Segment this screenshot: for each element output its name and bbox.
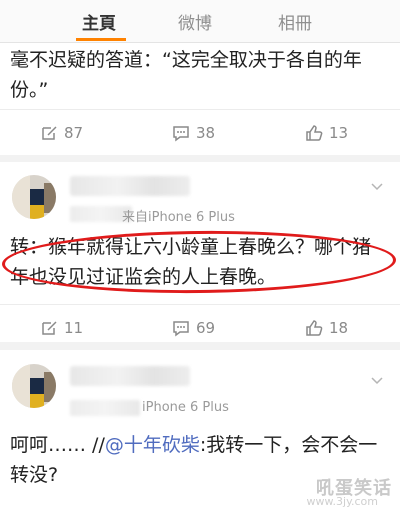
comment-icon xyxy=(173,126,189,142)
post-text: 毫不迟疑的答道：“这完全取决于各自的年份。” xyxy=(10,49,362,101)
tab-home[interactable]: 主頁 xyxy=(82,9,116,34)
post-source: iPhone 6 Plus xyxy=(142,400,229,415)
thumbs-up-icon xyxy=(306,320,323,336)
post-text: 转：猴年就得让六小龄童上春晚么？哪个猪年也没见过证监会的人上春晚。 xyxy=(10,232,390,292)
like-count: 18 xyxy=(329,319,349,337)
post-body: 猴年就得让六小龄童上春晚么？哪个猪年也没见过证监会的人上春晚。 xyxy=(10,236,372,288)
comment-count: 38 xyxy=(196,124,216,142)
mention-link[interactable]: @十年砍柴 xyxy=(105,434,200,456)
avatar[interactable] xyxy=(12,364,56,408)
thumbs-up-icon xyxy=(306,125,323,141)
post-actions: 87 38 13 xyxy=(0,109,400,156)
chevron-down-icon[interactable] xyxy=(370,180,384,194)
username-blurred[interactable] xyxy=(70,176,190,196)
post-source: 来自iPhone 6 Plus xyxy=(122,210,235,225)
comment-icon xyxy=(173,321,189,337)
repost-count: 87 xyxy=(64,124,84,142)
comment-count: 69 xyxy=(196,319,216,337)
avatar[interactable] xyxy=(12,175,56,219)
post-card-1: 毫不迟疑的答道：“这完全取决于各自的年份。” 87 38 13 xyxy=(0,43,400,155)
active-tab-indicator xyxy=(76,38,126,41)
comment-button[interactable]: 69 xyxy=(172,305,215,351)
repost-icon xyxy=(42,126,57,140)
comment-button[interactable]: 38 xyxy=(172,110,215,156)
source-blurred xyxy=(70,400,140,416)
chevron-down-icon[interactable] xyxy=(370,374,384,388)
like-count: 13 xyxy=(329,124,349,142)
tab-album[interactable]: 相冊 xyxy=(278,9,312,34)
like-button[interactable]: 13 xyxy=(305,110,348,156)
tab-weibo[interactable]: 微博 xyxy=(178,9,212,34)
like-button[interactable]: 18 xyxy=(305,305,348,351)
post-card-2: 来自iPhone 6 Plus 转：猴年就得让六小龄童上春晚么？哪个猪年也没见过… xyxy=(0,162,400,342)
repost-button[interactable]: 87 xyxy=(40,110,83,156)
post-body-start: 呵呵…… // xyxy=(10,434,105,456)
repost-prefix: 转： xyxy=(10,236,49,258)
profile-tab-bar: 主頁 微博 相冊 xyxy=(0,0,400,43)
username-blurred[interactable] xyxy=(70,366,190,386)
post-actions: 11 69 18 xyxy=(0,304,400,351)
watermark-url: www.3jy.com xyxy=(306,495,378,508)
repost-button[interactable]: 11 xyxy=(40,305,83,351)
repost-icon xyxy=(42,321,57,335)
repost-count: 11 xyxy=(64,319,84,337)
